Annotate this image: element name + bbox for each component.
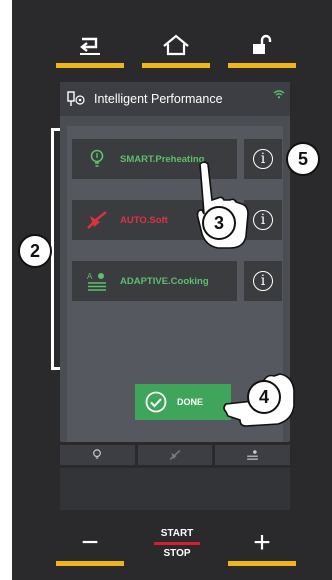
back-button[interactable] [56, 30, 124, 68]
home-button[interactable] [142, 30, 210, 68]
wifi-icon [273, 86, 285, 104]
start-label: START [160, 528, 194, 539]
info-icon: i [253, 271, 273, 291]
done-label: DONE [177, 397, 204, 407]
adaptive-cooking-info-button[interactable]: i [244, 261, 282, 301]
start-stop-divider [154, 542, 200, 545]
info-icon: i [253, 149, 273, 169]
minus-icon: − [81, 526, 99, 559]
auto-soft-icon [169, 449, 181, 461]
panel-edge [0, 0, 12, 580]
auto-soft-icon [82, 210, 112, 230]
adaptive-cooking-icon: A [82, 271, 112, 291]
adaptive-cooking-button[interactable]: A ADAPTIVE.Cooking [72, 261, 237, 301]
screen-header: Intelligent Performance [60, 82, 290, 116]
screen-title: Intelligent Performance [94, 92, 223, 106]
smart-preheating-icon [92, 449, 102, 461]
callout-4: 4 [247, 380, 281, 414]
function-row-adaptive-cooking: A ADAPTIVE.Cooking i [72, 261, 284, 301]
oven-control-panel: Intelligent Performance SMART.Preheating… [0, 0, 332, 580]
smart-preheating-icon [82, 149, 112, 169]
tab-auto-soft[interactable] [137, 445, 213, 465]
adaptive-cooking-label: ADAPTIVE.Cooking [120, 275, 209, 287]
minus-button[interactable]: − [56, 526, 124, 566]
unlock-button[interactable] [228, 30, 296, 68]
tab-smart-preheating[interactable] [60, 445, 135, 465]
adaptive-cooking-icon [246, 449, 259, 461]
callout-3: 3 [202, 206, 236, 240]
auto-soft-label: AUTO.Soft [120, 214, 168, 226]
back-arrow-icon [56, 30, 124, 60]
stop-label: STOP [163, 548, 191, 559]
intelligent-performance-icon [66, 90, 88, 108]
svg-text:A: A [87, 272, 93, 281]
status-display-area [60, 468, 290, 510]
unlock-icon [228, 30, 296, 60]
tab-adaptive-cooking[interactable] [215, 445, 291, 465]
callout-5: 5 [286, 142, 320, 176]
check-circle-icon [145, 391, 167, 413]
done-button[interactable]: DONE [135, 384, 231, 420]
home-icon [142, 30, 210, 60]
function-tab-bar [60, 445, 291, 465]
plus-icon: + [253, 526, 271, 559]
start-stop-button[interactable]: START STOP [142, 528, 212, 570]
plus-button[interactable]: + [228, 526, 296, 566]
info-icon: i [253, 210, 273, 230]
callout-2: 2 [18, 234, 52, 268]
